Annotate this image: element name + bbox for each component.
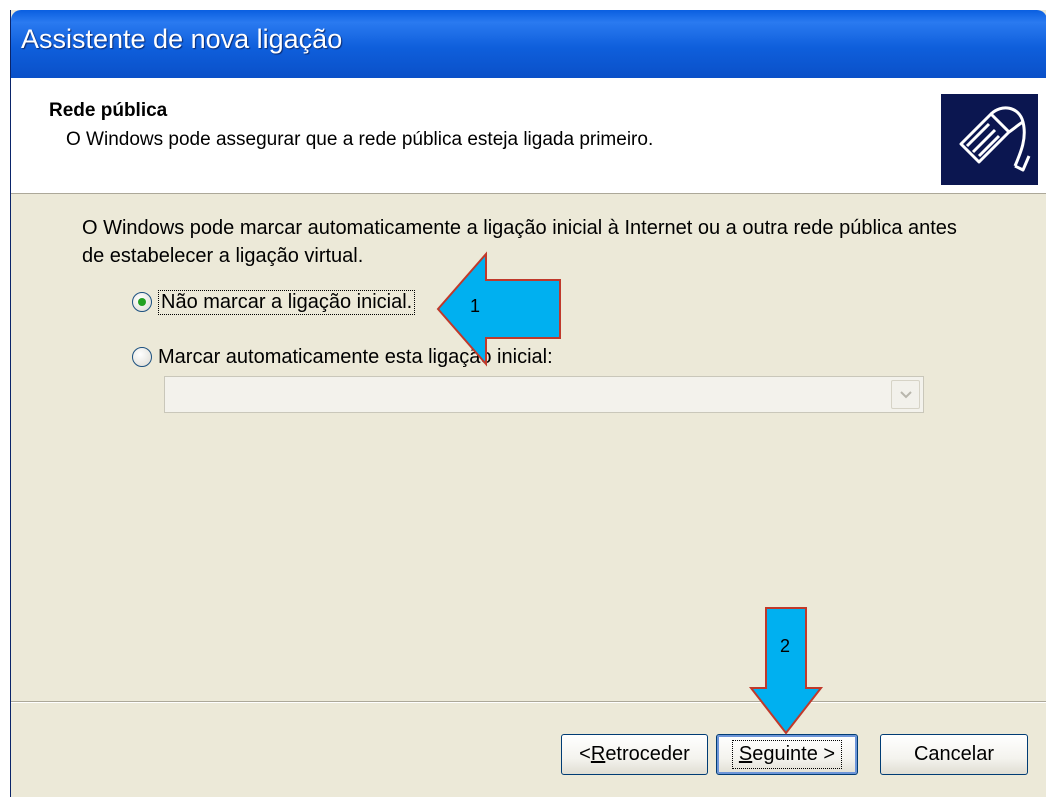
network-cable-icon (941, 94, 1038, 185)
page-subtitle: O Windows pode assegurar que a rede públ… (66, 129, 654, 150)
window-title: Assistente de nova ligação (21, 24, 343, 54)
next-button[interactable]: Seguinte > (716, 734, 858, 775)
chevron-down-icon[interactable] (891, 380, 920, 409)
annotation-arrow-2 (748, 607, 824, 735)
back-button[interactable]: < Retroceder (561, 734, 708, 775)
annotation-arrow-1 (436, 251, 561, 367)
annotation-label-2: 2 (780, 636, 791, 656)
cancel-button[interactable]: Cancelar (880, 734, 1028, 775)
radio-button-unselected[interactable] (132, 347, 152, 367)
page-title: Rede pública (49, 100, 168, 121)
radio-label-no-dial: Não marcar a ligação inicial. (158, 289, 416, 315)
footer-separator (11, 701, 1046, 703)
wizard-window: Assistente de nova ligação Rede pública … (10, 10, 1046, 797)
radio-no-dial[interactable]: Não marcar a ligação inicial. (132, 288, 416, 316)
radio-button-selected[interactable] (132, 292, 152, 312)
wizard-header: Rede pública O Windows pode assegurar qu… (11, 78, 1046, 194)
title-bar[interactable]: Assistente de nova ligação (11, 10, 1046, 78)
annotation-label-1: 1 (470, 296, 481, 316)
initial-connection-dropdown[interactable] (164, 376, 924, 413)
